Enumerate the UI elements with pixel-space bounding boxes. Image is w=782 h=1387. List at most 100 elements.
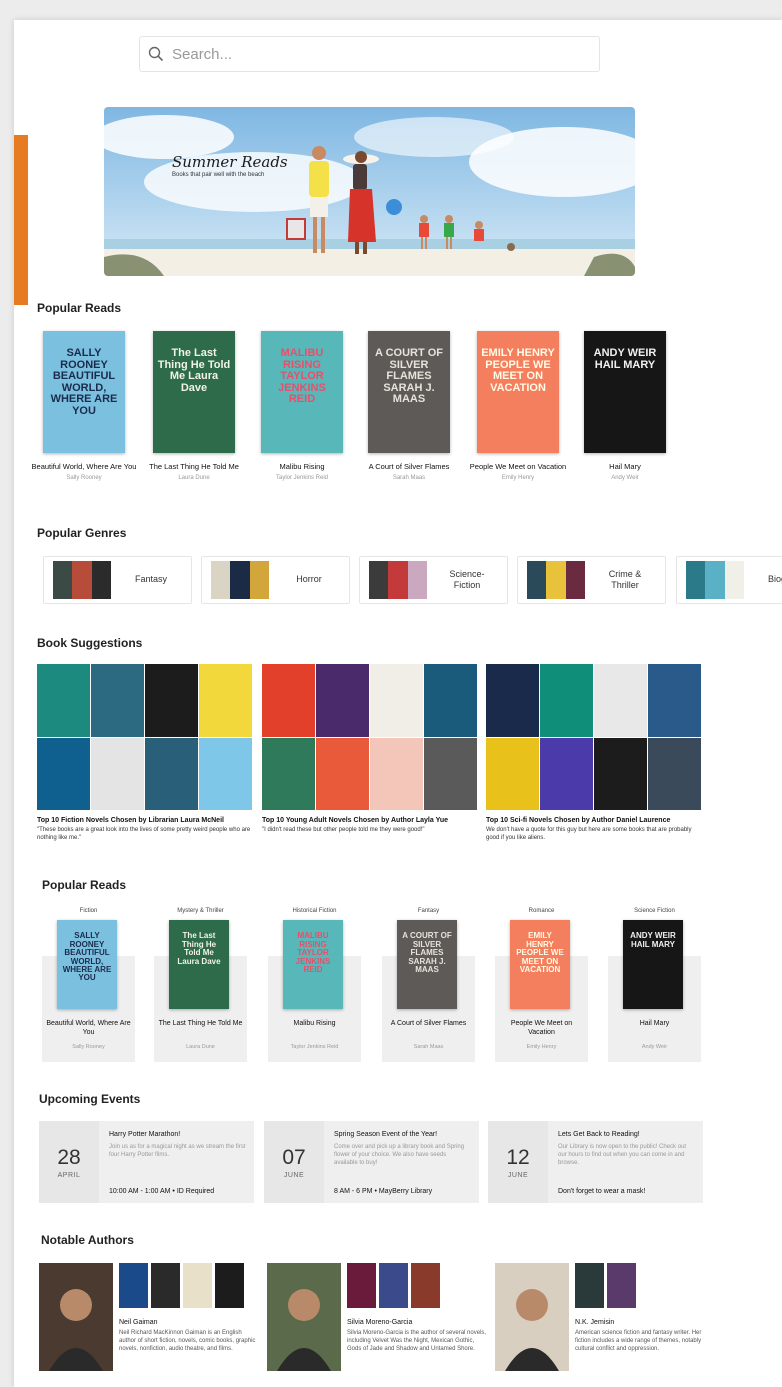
genre-top-pick[interactable]: Science Fiction ANDY WEIR HAIL MARY Hail M… xyxy=(608,908,701,1062)
book-cover[interactable]: ANDY WEIR HAIL MARY xyxy=(584,331,666,453)
event-card[interactable]: 12 JUNE Lets Get Back to Reading! Our Libra… xyxy=(488,1121,703,1203)
suggestion-book-collage[interactable] xyxy=(37,664,252,810)
event-card[interactable]: 07 JUNE Spring Season Event of the Year! Co… xyxy=(264,1121,479,1203)
book-cover[interactable]: A COURT OF SILVER FLAMES SARAH J. MAAS xyxy=(368,331,450,453)
suggestion-book-collage[interactable] xyxy=(262,664,477,810)
book-card[interactable]: EMILY HENRY PEOPLE WE MEET ON VACATION Pe… xyxy=(463,331,573,481)
author-bio: Neil Richard MacKinnon Gaiman is an Engl… xyxy=(119,1330,256,1352)
book-card[interactable]: MALIBU RISING TAYLOR JENKINS REID Malibu … xyxy=(247,331,357,481)
author-card[interactable]: Neil Gaiman Neil Richard MacKinnon Gaiman… xyxy=(39,1263,255,1373)
author-photo[interactable] xyxy=(495,1263,569,1371)
book-cover[interactable]: A COURT OF SILVER FLAMES SARAH J. MAAS xyxy=(397,920,457,1009)
collage-book xyxy=(91,664,144,737)
orange-side-tab[interactable] xyxy=(14,135,28,305)
author-card[interactable]: N.K. Jemisin American science fiction and… xyxy=(495,1263,710,1373)
genre-card-3[interactable]: Crime & Thriller xyxy=(517,556,666,604)
event-card[interactable]: 28 APRIL Harry Potter Marathon! Join us as … xyxy=(39,1121,254,1203)
book-title: A Court of Silver Flames xyxy=(390,1020,467,1027)
suggestion-book-collage[interactable] xyxy=(486,664,701,810)
book-cover[interactable]: ANDY WEIR HAIL MARY xyxy=(623,920,683,1009)
collage-book xyxy=(145,737,198,810)
book-cover[interactable]: MALIBU RISING TAYLOR JENKINS REID xyxy=(283,920,343,1009)
book-cover-text: SALLY ROONEY BEAUTIFUL WORLD, WHERE ARE … xyxy=(50,347,118,417)
genre-card-1[interactable]: Horror xyxy=(201,556,350,604)
book-title: Hail Mary xyxy=(639,1020,670,1027)
author-book[interactable] xyxy=(151,1263,180,1308)
author-card[interactable]: Silvia Moreno-Garcia Silvia Moreno-Garcia… xyxy=(267,1263,486,1373)
event-date: 12 JUNE xyxy=(488,1121,548,1203)
event-details: Don't forget to wear a mask! xyxy=(558,1188,646,1195)
book-author: Sally Rooney xyxy=(66,475,102,482)
book-cover[interactable]: EMILY HENRY PEOPLE WE MEET ON VACATION xyxy=(510,920,570,1009)
search-bar[interactable] xyxy=(139,36,600,72)
genre-thumbnails xyxy=(211,561,269,599)
author-books xyxy=(119,1263,244,1308)
author-name: Neil Gaiman xyxy=(119,1319,158,1326)
page: Summer Reads Books that pair well with t… xyxy=(14,20,782,1387)
suggestion-card[interactable]: Top 10 Fiction Novels Chosen by Libraria… xyxy=(37,664,252,843)
event-month: JUNE xyxy=(283,1171,305,1179)
book-card[interactable]: ANDY WEIR HAIL MARY Hail Mary Andy Weir xyxy=(570,331,680,481)
book-title: Hail Mary xyxy=(609,462,641,471)
collage-book xyxy=(648,737,701,810)
genre-label: Fiction xyxy=(79,908,98,914)
genre-card-4[interactable]: Biog xyxy=(676,556,782,604)
book-title: The Last Thing He Told Me xyxy=(149,462,239,471)
author-photo[interactable] xyxy=(39,1263,113,1371)
author-book[interactable] xyxy=(379,1263,408,1308)
book-cover-text: ANDY WEIR HAIL MARY xyxy=(593,347,657,371)
genre-label: Historical Fiction xyxy=(292,908,337,914)
collage-book xyxy=(199,664,252,737)
author-name: N.K. Jemisin xyxy=(575,1319,615,1326)
genre-thumbnail xyxy=(211,561,231,599)
genre-card-0[interactable]: Fantasy xyxy=(43,556,192,604)
genre-thumbnails xyxy=(686,561,744,599)
author-book[interactable] xyxy=(215,1263,244,1308)
author-book[interactable] xyxy=(183,1263,212,1308)
book-title: People We Meet on Vacation xyxy=(469,462,567,471)
author-photo[interactable] xyxy=(267,1263,341,1371)
author-book[interactable] xyxy=(411,1263,440,1308)
genre-top-pick[interactable]: Historical Fiction MALIBU RISING TAYLOR J… xyxy=(268,908,361,1062)
author-book[interactable] xyxy=(575,1263,604,1308)
collage-book xyxy=(370,664,423,737)
genre-top-pick[interactable]: Mystery & Thriller The Last Thing He Told… xyxy=(154,908,247,1062)
suggestion-card[interactable]: Top 10 Sci-fi Novels Chosen by Author Da… xyxy=(486,664,701,843)
genre-top-pick[interactable]: Fiction SALLY ROONEY BEAUTIFUL WORLD, WHE… xyxy=(42,908,135,1062)
book-cover[interactable]: The Last Thing He Told Me Laura Dave xyxy=(153,331,235,453)
book-card[interactable]: A COURT OF SILVER FLAMES SARAH J. MAAS A … xyxy=(354,331,464,481)
event-description: Our Library is now open to the public! C… xyxy=(558,1144,687,1167)
genre-card-2[interactable]: Science- Fiction xyxy=(359,556,508,604)
event-day: 12 xyxy=(506,1145,530,1169)
author-book[interactable] xyxy=(607,1263,636,1308)
genre-thumbnail xyxy=(53,561,73,599)
collage-book xyxy=(540,737,593,810)
genre-top-pick[interactable]: Romance EMILY HENRY PEOPLE WE MEET ON VAC… xyxy=(495,908,588,1062)
author-book[interactable] xyxy=(119,1263,148,1308)
search-input[interactable] xyxy=(172,45,572,63)
book-card[interactable]: The Last Thing He Told Me Laura Dave The … xyxy=(139,331,249,481)
book-cover[interactable]: SALLY ROONEY BEAUTIFUL WORLD, WHERE ARE … xyxy=(57,920,117,1009)
hero-subtitle: Books that pair well with the beach xyxy=(172,172,265,178)
book-title: The Last Thing He Told Me xyxy=(158,1020,243,1027)
genre-thumbnail xyxy=(91,561,111,599)
summer-reads-banner[interactable]: Summer Reads Books that pair well with t… xyxy=(104,107,635,276)
collage-book xyxy=(486,737,539,810)
collage-book xyxy=(316,664,369,737)
book-cover[interactable]: MALIBU RISING TAYLOR JENKINS REID xyxy=(261,331,343,453)
author-book[interactable] xyxy=(347,1263,376,1308)
suggestion-card[interactable]: Top 10 Young Adult Novels Chosen by Auth… xyxy=(262,664,477,835)
suggestion-quote: We don't have a quote for this guy but h… xyxy=(486,827,692,841)
event-details: 10:00 AM - 1:00 AM • ID Required xyxy=(109,1188,215,1195)
book-cover[interactable]: EMILY HENRY PEOPLE WE MEET ON VACATION xyxy=(477,331,559,453)
book-cover[interactable]: SALLY ROONEY BEAUTIFUL WORLD, WHERE ARE … xyxy=(43,331,125,453)
event-details: 8 AM - 6 PM • MayBerry Library xyxy=(334,1188,433,1195)
book-cover-text: EMILY HENRY PEOPLE WE MEET ON VACATION xyxy=(516,931,564,975)
book-cover[interactable]: The Last Thing He Told Me Laura Dave xyxy=(169,920,229,1009)
event-description: Join us as for a magical night as we str… xyxy=(109,1144,246,1159)
book-card[interactable]: SALLY ROONEY BEAUTIFUL WORLD, WHERE ARE … xyxy=(29,331,139,481)
genre-top-pick[interactable]: Fantasy A COURT OF SILVER FLAMES SARAH J.… xyxy=(382,908,475,1062)
genre-label: Horror xyxy=(296,574,322,585)
genre-thumbnail xyxy=(72,561,92,599)
book-author: Laura Dune xyxy=(186,1044,215,1050)
